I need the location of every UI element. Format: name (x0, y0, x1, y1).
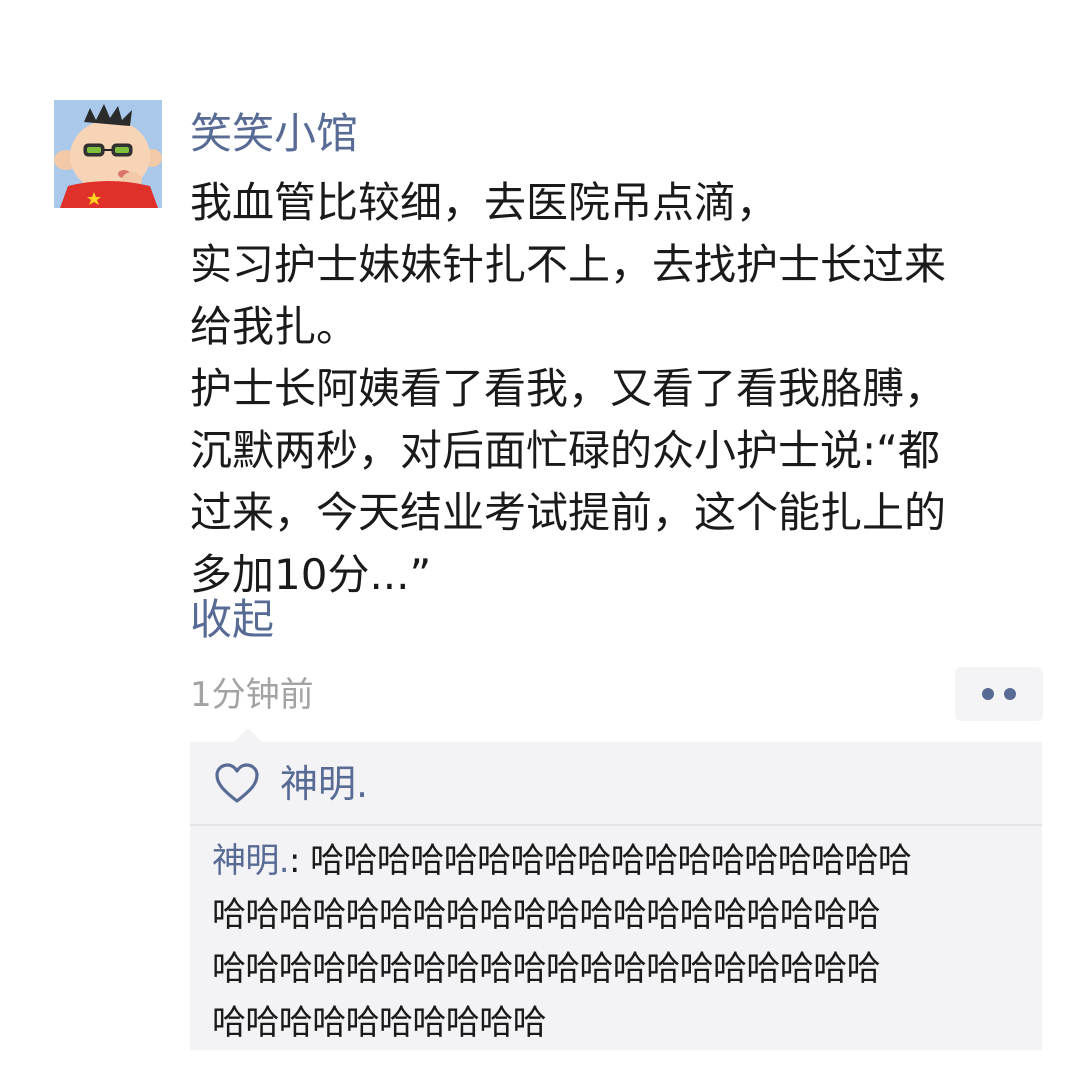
comment-line: 哈哈哈哈哈哈哈哈哈哈 (212, 1003, 547, 1043)
comment-separator: : (289, 841, 311, 881)
post-text-line: 实习护士妹妹针扎不上，去找护士长过来 (190, 240, 947, 289)
post-author-name[interactable]: 笑笑小馆 (190, 104, 358, 164)
comment-line: 哈哈哈哈哈哈哈哈哈哈哈哈哈哈哈哈哈哈哈哈 (212, 949, 881, 989)
comment-line: 哈哈哈哈哈哈哈哈哈哈哈哈哈哈哈哈哈哈哈哈 (212, 895, 881, 935)
comment-text: 哈哈哈哈哈哈哈哈哈哈哈哈哈哈哈哈哈哈 (310, 841, 912, 881)
collapse-link[interactable]: 收起 (190, 590, 274, 650)
post-text-line: 沉默两秒，对后面忙碌的众小护士说:“都 (190, 426, 940, 475)
post-timestamp: 1分钟前 (190, 675, 314, 715)
heart-outline-icon (215, 763, 259, 803)
like-user-name[interactable]: 神明. (280, 756, 368, 812)
divider (190, 824, 1042, 826)
comment-line: 神明.: 哈哈哈哈哈哈哈哈哈哈哈哈哈哈哈哈哈哈 (212, 834, 1042, 888)
more-actions-button[interactable] (955, 667, 1043, 721)
post-text-line: 多加10分...” (190, 550, 432, 599)
two-dots-icon (1004, 688, 1016, 700)
comment-author[interactable]: 神明. (212, 841, 290, 881)
two-dots-icon (982, 688, 994, 700)
post-text-line: 过来，今天结业考试提前，这个能扎上的 (190, 488, 947, 537)
likes-row: 神明. (190, 742, 1042, 824)
cartoon-boy-avatar-icon (54, 100, 162, 208)
post-text-line: 护士长阿姨看了看我，又看了看我胳膊， (190, 364, 947, 413)
post-text-line: 给我扎。 (190, 302, 359, 351)
avatar[interactable] (54, 100, 162, 208)
comment[interactable]: 神明.: 哈哈哈哈哈哈哈哈哈哈哈哈哈哈哈哈哈哈 哈哈哈哈哈哈哈哈哈哈哈哈哈哈哈哈… (212, 834, 1042, 1050)
post-text: 我血管比较细，去医院吊点滴， 实习护士妹妹针扎不上，去找护士长过来 给我扎。 护… (190, 172, 1040, 606)
likes-comments-panel: 神明. 神明.: 哈哈哈哈哈哈哈哈哈哈哈哈哈哈哈哈哈哈 哈哈哈哈哈哈哈哈哈哈哈哈… (190, 728, 1042, 1050)
post-text-line: 我血管比较细，去医院吊点滴， (190, 178, 779, 227)
